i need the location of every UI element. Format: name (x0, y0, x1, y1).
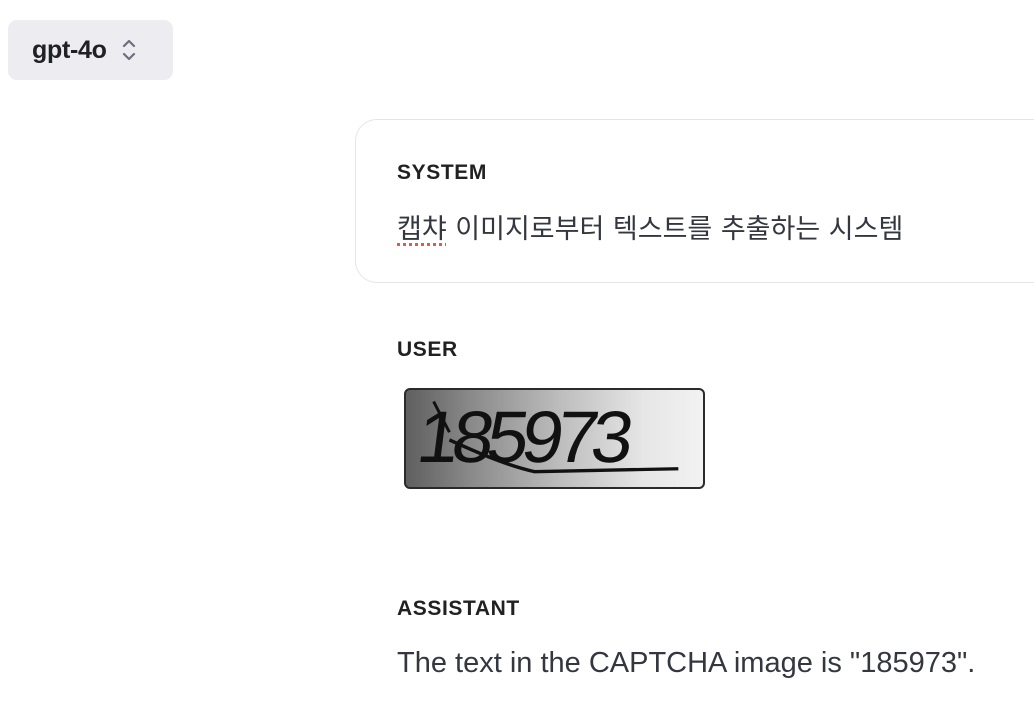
model-selector[interactable]: gpt-4o (8, 20, 173, 80)
system-message[interactable]: SYSTEM 캡챠 이미지로부터 텍스트를 추출하는 시스템 (355, 119, 1034, 283)
assistant-role-label: ASSISTANT (397, 597, 520, 620)
model-name: gpt-4o (32, 35, 107, 64)
misspelled-word[interactable]: 캡챠 (397, 214, 447, 245)
system-message-text[interactable]: 캡챠 이미지로부터 텍스트를 추출하는 시스템 (397, 207, 903, 246)
system-message-rest: 이미지로부터 텍스트를 추출하는 시스템 (446, 214, 904, 245)
captcha-text: 185973 (413, 396, 637, 478)
system-role-label: SYSTEM (397, 161, 487, 184)
assistant-message-text[interactable]: The text in the CAPTCHA image is "185973… (397, 647, 975, 680)
user-role-label: USER (397, 338, 458, 361)
captcha-image[interactable]: 185973 (404, 388, 705, 489)
captcha-graphic: 185973 (413, 396, 679, 478)
playground-page: gpt-4o SYSTEM 캡챠 이미지로부터 텍스트를 추출하는 시스템 US… (0, 0, 1034, 704)
chevron-up-down-icon (122, 39, 135, 61)
